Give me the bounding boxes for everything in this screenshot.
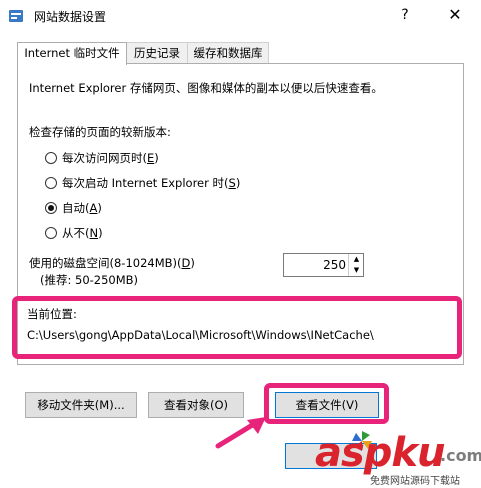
move-folder-button[interactable]: 移动文件夹(M)... <box>25 392 137 418</box>
watermark-tld: .com <box>440 446 481 465</box>
window-title: 网站数据设置 <box>34 10 107 24</box>
description-text: Internet Explorer 存储网页、图像和媒体的副本以便以后快速查看。 <box>29 81 383 95</box>
close-button[interactable]: ✕ <box>441 4 469 26</box>
tab-history[interactable]: 历史记录 <box>126 42 188 64</box>
disk-space-label: 使用的磁盘空间(8-1024MB)(D) <box>29 256 195 270</box>
radio-never[interactable]: 从不(N) <box>45 225 305 241</box>
tab-internet-temp-files[interactable]: Internet 临时文件 <box>17 42 127 65</box>
radio-circle[interactable] <box>45 227 57 239</box>
radio-every-visit[interactable]: 每次访问网页时(E) <box>45 150 305 166</box>
pointer-arrow-icon <box>214 414 270 450</box>
view-files-button[interactable]: 查看文件(V) <box>275 392 379 418</box>
tab-cache-databases[interactable]: 缓存和数据库 <box>187 42 269 64</box>
help-button[interactable]: ? <box>394 4 416 26</box>
disk-space-spinner[interactable]: 250 ▲ ▼ <box>283 253 364 277</box>
watermark-brand: aspku <box>315 430 446 476</box>
location-path: C:\Users\gong\AppData\Local\Microsoft\Wi… <box>27 328 374 342</box>
radio-every-start[interactable]: 每次启动 Internet Explorer 时(S) <box>45 175 305 191</box>
disk-space-value[interactable]: 250 <box>284 254 346 276</box>
disk-space-recommend: (推荐: 50-250MB) <box>40 273 139 287</box>
check-heading: 检查存储的页面的较新版本: <box>29 125 171 139</box>
location-label: 当前位置: <box>27 307 77 321</box>
spinner-up-icon[interactable]: ▲ <box>348 254 364 265</box>
spinner-down-icon[interactable]: ▼ <box>348 265 364 276</box>
watermark-slogan: 免费网站源码下载站 <box>370 476 460 487</box>
radio-circle[interactable] <box>45 152 57 164</box>
radio-circle[interactable] <box>45 177 57 189</box>
close-icon: ✕ <box>448 5 462 24</box>
radio-automatic[interactable]: 自动(A) <box>45 200 305 216</box>
radio-circle-selected[interactable] <box>45 202 57 214</box>
settings-app-icon <box>8 8 24 24</box>
